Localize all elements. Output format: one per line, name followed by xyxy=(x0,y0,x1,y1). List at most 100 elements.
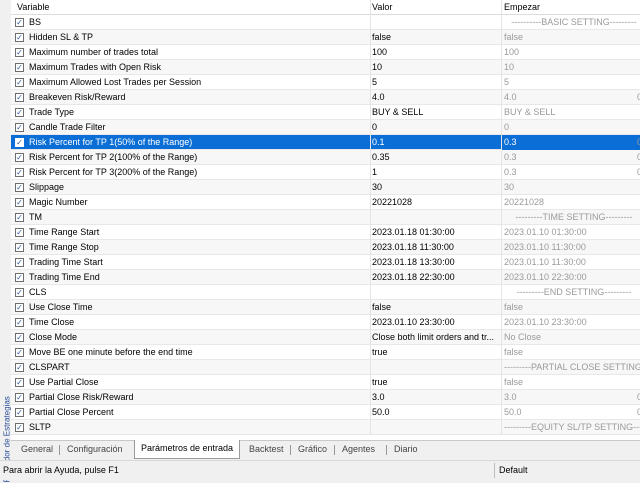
start-cell[interactable]: 50.0 xyxy=(501,405,640,420)
input-row[interactable]: ✓ CLSPART ---------PARTIAL CLOSE SETTING--… xyxy=(11,360,640,375)
strategy-tester-side-tab[interactable]: Probador de Estrategias xyxy=(0,0,12,483)
input-row[interactable]: ✓ Partial Close Percent 50.0 50.0 0 xyxy=(11,405,640,420)
value-cell[interactable] xyxy=(370,210,500,225)
checkbox[interactable]: ✓ xyxy=(15,108,24,117)
start-cell[interactable]: false xyxy=(501,30,640,45)
start-cell[interactable]: 100 xyxy=(501,45,640,60)
value-cell[interactable]: 5 xyxy=(370,75,500,90)
input-row[interactable]: ✓ Magic Number 20221028 20221028 xyxy=(11,195,640,210)
checkbox[interactable]: ✓ xyxy=(15,123,24,132)
input-row[interactable]: ✓ Partial Close Risk/Reward 3.0 3.0 0 xyxy=(11,390,640,405)
value-cell[interactable]: 0.35 xyxy=(370,150,500,165)
checkbox[interactable]: ✓ xyxy=(15,393,24,402)
checkbox[interactable]: ✓ xyxy=(15,303,24,312)
input-row[interactable]: ✓ Use Close Time false false xyxy=(11,300,640,315)
input-row[interactable]: ✓ Trade Type BUY & SELL BUY & SELL xyxy=(11,105,640,120)
value-cell[interactable] xyxy=(370,360,500,375)
checkbox[interactable]: ✓ xyxy=(15,228,24,237)
value-cell[interactable]: BUY & SELL xyxy=(370,105,500,120)
checkbox[interactable]: ✓ xyxy=(15,33,24,42)
input-row[interactable]: ✓ SLTP ---------EQUITY SL/TP SETTING------… xyxy=(11,420,640,435)
tab-backtest[interactable]: Backtest xyxy=(243,441,290,458)
column-header-empezar[interactable]: Empezar xyxy=(501,0,640,15)
value-cell[interactable]: 2023.01.10 23:30:00 xyxy=(370,315,500,330)
value-cell[interactable]: 3.0 xyxy=(370,390,500,405)
start-cell[interactable]: 20221028 xyxy=(501,195,640,210)
value-cell[interactable]: Close both limit orders and tr... xyxy=(370,330,500,345)
checkbox[interactable]: ✓ xyxy=(15,318,24,327)
value-cell[interactable]: true xyxy=(370,345,500,360)
checkbox[interactable]: ✓ xyxy=(15,258,24,267)
input-row[interactable]: ✓ Time Range Start 2023.01.18 01:30:00 2023… xyxy=(11,225,640,240)
start-cell[interactable]: 5 xyxy=(501,75,640,90)
column-header-variable[interactable]: Variable xyxy=(17,0,352,15)
start-cell[interactable]: 2023.01.10 11:30:00 xyxy=(501,240,640,255)
input-row[interactable]: ✓ Hidden SL & TP false false xyxy=(11,30,640,45)
start-cell[interactable]: 0 xyxy=(501,120,640,135)
checkbox[interactable]: ✓ xyxy=(15,378,24,387)
status-profile[interactable]: Default xyxy=(499,465,528,475)
value-cell[interactable]: true xyxy=(370,375,500,390)
input-row[interactable]: ✓ Close Mode Close both limit orders and t… xyxy=(11,330,640,345)
start-cell[interactable]: ---------END SETTING--------- xyxy=(501,285,640,300)
input-row[interactable]: ✓ TM ---------TIME SETTING--------- xyxy=(11,210,640,225)
checkbox[interactable]: ✓ xyxy=(15,48,24,57)
checkbox[interactable]: ✓ xyxy=(15,408,24,417)
checkbox[interactable]: ✓ xyxy=(15,198,24,207)
value-cell[interactable]: 100 xyxy=(370,45,500,60)
start-cell[interactable]: 10 xyxy=(501,60,640,75)
input-row[interactable]: ✓ Trading Time Start 2023.01.18 13:30:00 20… xyxy=(11,255,640,270)
value-cell[interactable]: 10 xyxy=(370,60,500,75)
checkbox[interactable]: ✓ xyxy=(15,78,24,87)
input-row[interactable]: ✓ Time Close 2023.01.10 23:30:00 2023.01.10… xyxy=(11,315,640,330)
checkbox[interactable]: ✓ xyxy=(15,93,24,102)
start-cell[interactable]: 0.3 xyxy=(501,135,640,150)
value-cell[interactable] xyxy=(370,15,500,30)
start-cell[interactable]: 3.0 xyxy=(501,390,640,405)
input-row[interactable]: ✓ Slippage 30 30 xyxy=(11,180,640,195)
input-row[interactable]: ✓ Maximum Trades with Open Risk 10 10 xyxy=(11,60,640,75)
checkbox[interactable]: ✓ xyxy=(15,213,24,222)
tab-general[interactable]: General xyxy=(15,441,59,458)
value-cell[interactable]: 2023.01.18 13:30:00 xyxy=(370,255,500,270)
tab-agentes[interactable]: Agentes xyxy=(336,441,381,458)
input-row[interactable]: ✓ Risk Percent for TP 3(200% of the Range… xyxy=(11,165,640,180)
value-cell[interactable] xyxy=(370,420,500,435)
column-header-valor[interactable]: Valor xyxy=(370,0,500,15)
checkbox[interactable]: ✓ xyxy=(15,63,24,72)
input-row[interactable]: ✓ Time Range Stop 2023.01.18 11:30:00 2023.… xyxy=(11,240,640,255)
input-row[interactable]: ✓ Breakeven Risk/Reward 4.0 4.0 0 xyxy=(11,90,640,105)
checkbox[interactable]: ✓ xyxy=(15,168,24,177)
start-cell[interactable]: ----------BASIC SETTING--------- xyxy=(501,15,640,30)
value-cell[interactable]: 30 xyxy=(370,180,500,195)
value-cell[interactable]: 20221028 xyxy=(370,195,500,210)
checkbox[interactable]: ✓ xyxy=(15,333,24,342)
checkbox[interactable]: ✓ xyxy=(15,348,24,357)
start-cell[interactable]: 30 xyxy=(501,180,640,195)
value-cell[interactable]: 50.0 xyxy=(370,405,500,420)
start-cell[interactable]: 4.0 xyxy=(501,90,640,105)
start-cell[interactable]: 2023.01.10 11:30:00 xyxy=(501,255,640,270)
input-row[interactable]: ✓ Trading Time End 2023.01.18 22:30:00 2023… xyxy=(11,270,640,285)
value-cell[interactable]: false xyxy=(370,300,500,315)
start-cell[interactable]: false xyxy=(501,300,640,315)
checkbox[interactable]: ✓ xyxy=(15,288,24,297)
tab-par-metros-de-entrada[interactable]: Parámetros de entrada xyxy=(134,440,241,459)
value-cell[interactable]: 2023.01.18 01:30:00 xyxy=(370,225,500,240)
tab-gr-fico[interactable]: Gráfico xyxy=(292,441,333,458)
start-cell[interactable]: BUY & SELL xyxy=(501,105,640,120)
start-cell[interactable]: false xyxy=(501,375,640,390)
checkbox[interactable]: ✓ xyxy=(15,18,24,27)
value-cell[interactable]: 2023.01.18 22:30:00 xyxy=(370,270,500,285)
input-row[interactable]: ✓ BS ----------BASIC SETTING--------- xyxy=(11,15,640,30)
start-cell[interactable]: ---------TIME SETTING--------- xyxy=(501,210,640,225)
value-cell[interactable]: 1 xyxy=(370,165,500,180)
start-cell[interactable]: ---------PARTIAL CLOSE SETTING--------- xyxy=(501,360,640,375)
input-row[interactable]: ✓ Risk Percent for TP 1(50% of the Range)… xyxy=(11,135,640,150)
input-row[interactable]: ✓ Move BE one minute before the end time t… xyxy=(11,345,640,360)
start-cell[interactable]: 0.3 xyxy=(501,150,640,165)
checkbox[interactable]: ✓ xyxy=(15,363,24,372)
input-row[interactable]: ✓ Maximum Allowed Lost Trades per Session… xyxy=(11,75,640,90)
value-cell[interactable] xyxy=(370,285,500,300)
start-cell[interactable]: No Close xyxy=(501,330,640,345)
